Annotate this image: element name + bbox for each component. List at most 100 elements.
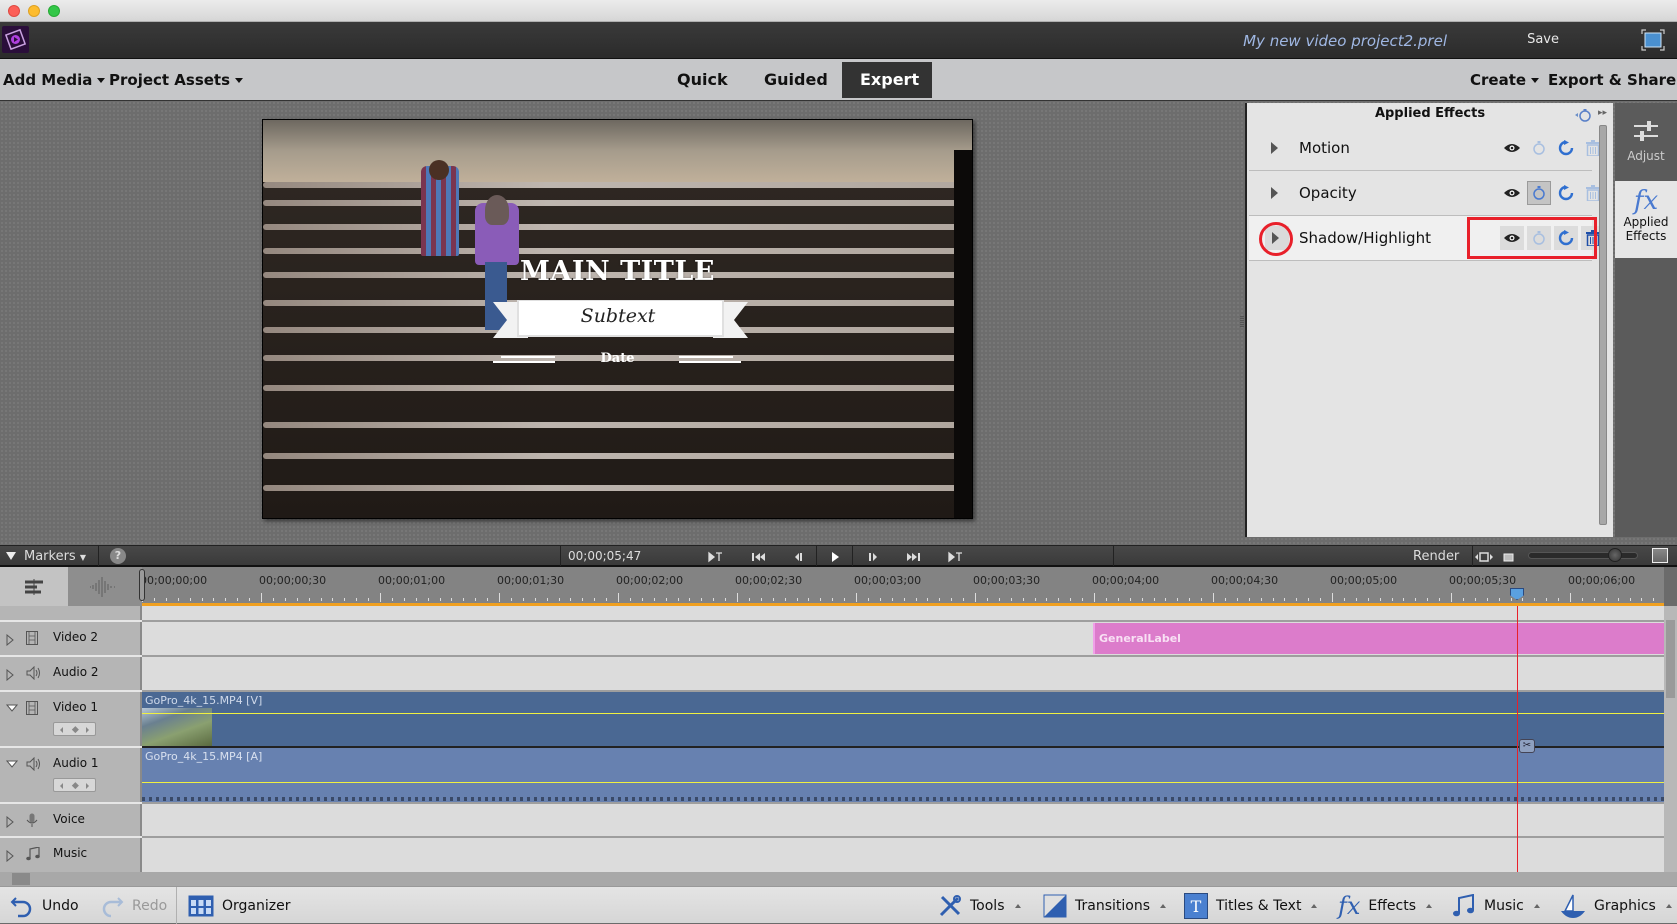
markers-menu[interactable]: Markers ▼ — [24, 549, 86, 564]
applied-effects-panel: Applied Effects ▸▸ Motion Opacity Shadow… — [1245, 103, 1613, 537]
track-header-music[interactable]: Music — [0, 838, 142, 872]
close-window-button[interactable] — [8, 5, 20, 17]
ruler-minor-tick — [475, 598, 477, 601]
go-to-in-point-icon[interactable] — [706, 549, 728, 565]
music-note-icon — [26, 847, 40, 861]
current-timecode[interactable]: 00;00;05;47 — [568, 549, 641, 563]
keyframe-navigator[interactable] — [53, 722, 96, 736]
timeline-horizontal-scrollbar[interactable] — [0, 872, 1677, 886]
create-menu[interactable]: Create — [1470, 71, 1540, 89]
audio-clip-gopro[interactable]: GoPro_4k_15.MP4 [A] — [142, 748, 1664, 804]
play-icon[interactable] — [826, 549, 848, 565]
titles-text-button[interactable]: T Titles & Text — [1184, 893, 1318, 919]
redo-button[interactable]: Redo — [100, 893, 167, 919]
effect-row-shadow-highlight[interactable]: Shadow/Highlight — [1249, 216, 1605, 261]
expand-triangle-icon[interactable] — [1271, 187, 1278, 199]
ruler-minor-tick — [582, 598, 584, 601]
video-clip-gopro[interactable]: GoPro_4k_15.MP4 [V] — [142, 692, 1664, 748]
track-header-audio-1[interactable]: Audio 1 — [0, 748, 142, 804]
track-header-voice[interactable]: Voice — [0, 804, 142, 838]
title-main-text[interactable]: MAIN TITLE — [263, 256, 972, 287]
speaker-icon — [26, 666, 40, 680]
keyframe-navigator[interactable] — [53, 778, 96, 792]
fit-timeline-icon[interactable] — [1474, 549, 1496, 565]
ruler-minor-tick — [689, 598, 691, 601]
effect-row-opacity[interactable]: Opacity — [1249, 171, 1600, 216]
track-header-video-2[interactable]: Video 2 — [0, 622, 142, 657]
save-button[interactable]: Save — [1527, 32, 1559, 47]
keyframe-toggle-icon[interactable] — [1575, 107, 1591, 126]
panel-expand-icon[interactable]: ▸▸ — [1598, 108, 1607, 118]
help-button[interactable]: ? — [110, 548, 126, 564]
tab-guided[interactable]: Guided — [746, 62, 846, 98]
audio-waveform-view-icon[interactable] — [88, 577, 116, 597]
export-share-menu[interactable]: Export & Share — [1548, 71, 1676, 89]
project-assets-menu[interactable]: Project Assets — [109, 71, 244, 89]
collapse-timeline-icon[interactable] — [6, 552, 16, 560]
go-to-out-point-icon[interactable] — [946, 549, 968, 565]
expand-track-icon[interactable] — [6, 816, 14, 828]
tab-expert[interactable]: Expert — [842, 62, 932, 98]
title-subtext[interactable]: Subtext — [518, 305, 718, 327]
organizer-button[interactable]: Organizer — [188, 893, 290, 919]
track-header-audio-2[interactable]: Audio 2 — [0, 657, 142, 692]
stopwatch-icon-active[interactable] — [1527, 181, 1551, 205]
add-media-menu[interactable]: Add Media — [3, 71, 106, 89]
step-forward-icon[interactable] — [864, 549, 886, 565]
opacity-rubberband[interactable] — [142, 713, 1664, 714]
expand-track-icon[interactable] — [6, 850, 14, 862]
timeline-tracks[interactable]: GeneralLabel GoPro_4k_15.MP4 [V] GoPro_4… — [142, 606, 1664, 872]
timeline-ruler[interactable]: 00;00;00;00 00;00;00;30 00;00;01;00 00;00;0… — [139, 567, 1664, 606]
volume-rubberband[interactable] — [142, 782, 1664, 783]
tab-applied-effects[interactable]: fx Applied Effects — [1615, 181, 1677, 258]
zoom-out-icon[interactable] — [1502, 549, 1524, 565]
playhead-line[interactable] — [1517, 606, 1518, 872]
ruler-minor-tick — [177, 598, 179, 601]
collapse-track-icon[interactable] — [6, 704, 18, 712]
expand-track-icon[interactable] — [6, 669, 14, 681]
expand-triangle-icon[interactable] — [1271, 142, 1278, 154]
timeline-zoom-slider-thumb[interactable] — [1608, 548, 1622, 562]
minimize-window-button[interactable] — [28, 5, 40, 17]
effect-row-motion[interactable]: Motion — [1249, 126, 1600, 171]
transitions-button[interactable]: Transitions — [1043, 893, 1166, 919]
effects-scrollbar[interactable] — [1599, 125, 1607, 525]
go-to-start-icon[interactable] — [750, 549, 772, 565]
graphics-button[interactable]: Graphics — [1560, 893, 1672, 919]
ruler-minor-tick — [1343, 598, 1345, 601]
reset-icon[interactable] — [1554, 136, 1578, 160]
tab-adjust[interactable]: Adjust — [1615, 103, 1677, 181]
track-header-video-1[interactable]: Video 1 — [0, 692, 142, 748]
step-back-icon[interactable] — [790, 549, 812, 565]
title-date-text[interactable]: Date — [263, 351, 972, 366]
eye-icon[interactable] — [1500, 181, 1524, 205]
eye-icon[interactable] — [1500, 136, 1524, 160]
expand-track-icon[interactable] — [6, 634, 14, 646]
render-button[interactable]: Render — [1413, 549, 1459, 564]
reset-icon[interactable] — [1554, 181, 1578, 205]
tools-button[interactable]: Tools — [938, 893, 1021, 919]
fullscreen-icon[interactable] — [1641, 29, 1665, 51]
go-to-end-icon[interactable] — [904, 549, 926, 565]
title-clip-generallabel[interactable]: GeneralLabel — [1093, 623, 1664, 654]
ruler-minor-tick — [1046, 598, 1048, 601]
scrollbar-thumb[interactable] — [12, 873, 30, 885]
timeline-vertical-scrollbar[interactable] — [1664, 606, 1677, 872]
zoom-in-icon[interactable] — [1652, 548, 1668, 563]
redo-label: Redo — [132, 898, 168, 914]
stopwatch-icon[interactable] — [1527, 136, 1551, 160]
timeline-view-button[interactable] — [0, 567, 68, 606]
scissors-icon[interactable]: ✂ — [1519, 739, 1535, 753]
chevron-up-icon — [1533, 904, 1540, 908]
panel-resize-handle[interactable] — [1240, 316, 1244, 328]
monitor-preview[interactable]: MAIN TITLE Subtext Date — [262, 119, 973, 519]
chevron-up-icon — [1160, 904, 1166, 908]
work-area-start-handle[interactable] — [139, 569, 145, 601]
collapse-track-icon[interactable] — [6, 760, 18, 768]
scrollbar-thumb[interactable] — [1666, 620, 1675, 698]
tab-quick[interactable]: Quick — [659, 62, 746, 98]
music-button[interactable]: Music — [1452, 893, 1540, 919]
effects-button[interactable]: fx Effects — [1338, 892, 1433, 920]
zoom-window-button[interactable] — [48, 5, 60, 17]
undo-button[interactable]: Undo — [10, 893, 79, 919]
